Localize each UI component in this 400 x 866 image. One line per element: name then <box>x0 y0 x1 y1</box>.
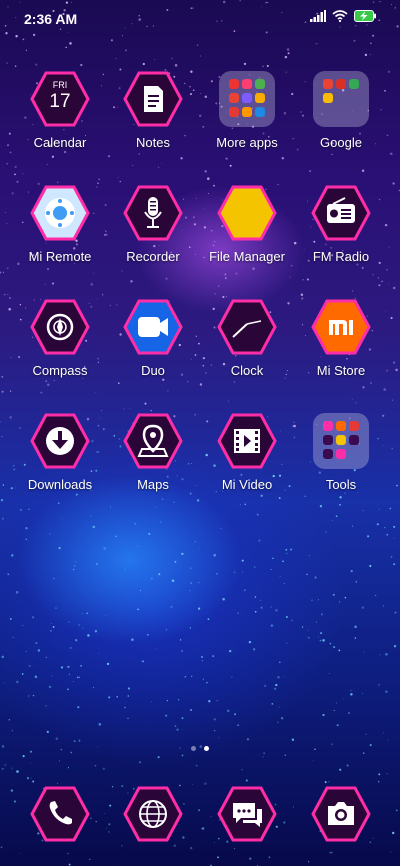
app-maps[interactable]: Maps <box>106 413 200 492</box>
battery-charging-icon <box>354 10 376 22</box>
app-fm-radio[interactable]: FM Radio <box>294 185 388 264</box>
folder-icon <box>313 71 369 127</box>
app-calendar[interactable]: FRI 17 Calendar <box>13 71 107 150</box>
app-label: Tools <box>325 477 357 492</box>
app-label: File Manager <box>209 249 285 264</box>
app-recorder[interactable]: Recorder <box>106 185 200 264</box>
remote-icon <box>45 198 75 228</box>
app-label: Downloads <box>27 477 93 492</box>
folder-icon <box>313 413 369 469</box>
app-file-manager[interactable]: File Manager <box>200 185 294 264</box>
dock-phone[interactable] <box>13 786 107 842</box>
status-bar: 2:36 AM <box>0 0 400 36</box>
app-label: Notes <box>136 135 170 150</box>
signal-icon <box>310 10 326 22</box>
notes-icon <box>144 86 163 112</box>
dock-messaging[interactable] <box>200 786 294 842</box>
status-time: 2:36 AM <box>24 11 78 27</box>
calendar-day: 17 <box>49 91 71 112</box>
app-label: FM Radio <box>312 249 370 264</box>
app-label: Calendar <box>33 135 87 150</box>
page-dot-active[interactable] <box>204 746 209 751</box>
app-label: Google <box>320 135 362 150</box>
app-notes[interactable]: Notes <box>106 71 200 150</box>
film-icon <box>234 429 260 453</box>
page-indicator <box>0 746 400 751</box>
app-label: Mi Remote <box>28 249 92 264</box>
app-mi-store[interactable]: Mi Store <box>294 299 388 378</box>
app-label: Duo <box>141 363 165 378</box>
app-label: Maps <box>137 477 169 492</box>
app-mi-video[interactable]: Mi Video <box>200 413 294 492</box>
download-icon <box>46 427 74 455</box>
wifi-icon <box>332 10 348 22</box>
dock-browser[interactable] <box>106 786 200 842</box>
folder-more-apps[interactable]: More apps <box>200 71 294 150</box>
app-label: More apps <box>216 135 278 150</box>
app-compass[interactable]: Compass <box>13 299 107 378</box>
app-label: Mi Store <box>316 363 366 378</box>
folder-icon <box>219 71 275 127</box>
calendar-weekday: FRI <box>52 80 68 90</box>
app-label: Compass <box>32 363 88 378</box>
app-label: Mi Video <box>221 477 273 492</box>
app-mi-remote[interactable]: Mi Remote <box>13 185 107 264</box>
folder-google[interactable]: Google <box>294 71 388 150</box>
app-clock[interactable]: Clock <box>200 299 294 378</box>
app-duo[interactable]: Duo <box>106 299 200 378</box>
app-label: Clock <box>230 363 264 378</box>
dock-camera[interactable] <box>294 786 388 842</box>
app-downloads[interactable]: Downloads <box>13 413 107 492</box>
folder-tools[interactable]: Tools <box>294 413 388 492</box>
app-label: Recorder <box>126 249 180 264</box>
page-dot[interactable] <box>191 746 196 751</box>
